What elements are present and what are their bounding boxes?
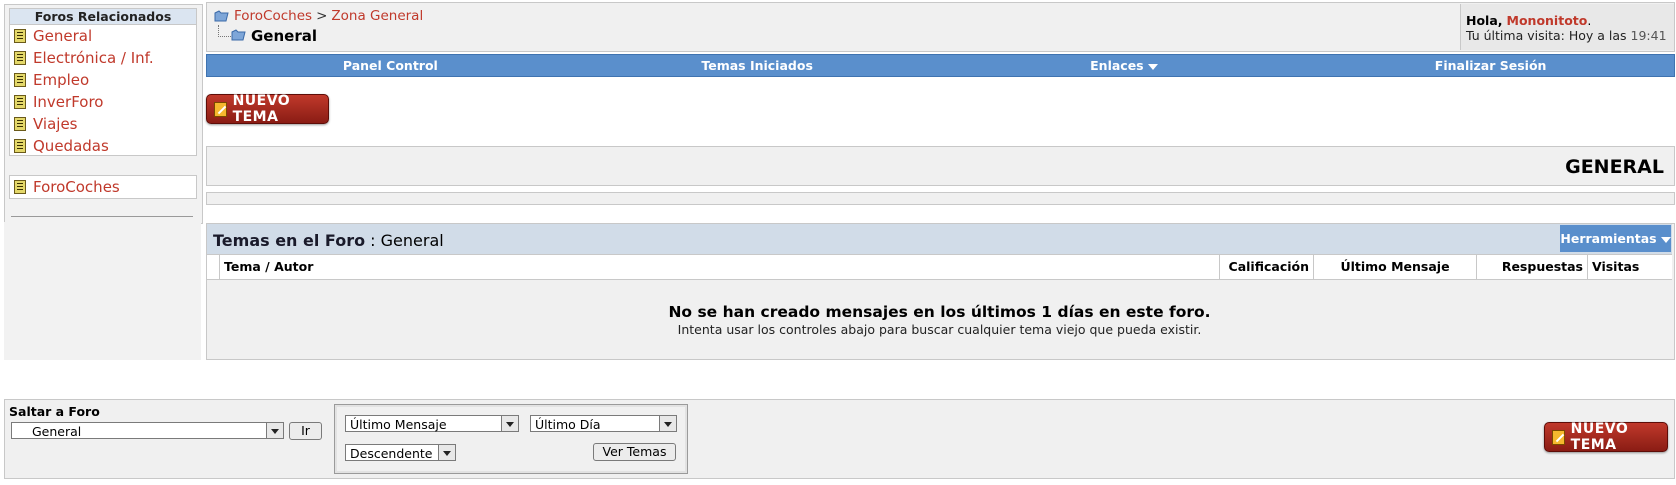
greeting-text: Hola, [1466, 13, 1503, 28]
nav-label: Temas Iniciados [701, 58, 813, 73]
folder-icon [214, 10, 229, 22]
pencil-icon [214, 101, 227, 117]
forum-jump-label: Saltar a Foro [9, 404, 100, 419]
forum-controls-footer [4, 399, 1675, 479]
empty-threads-message: No se han creado mensajes en los últimos… [668, 303, 1211, 321]
column-last-post[interactable]: Último Mensaje [1313, 255, 1476, 279]
nav-temas-iniciados[interactable]: Temas Iniciados [574, 55, 941, 76]
forum-icon [14, 95, 26, 109]
new-topic-button[interactable]: NUEVO TEMA [1544, 421, 1668, 453]
threads-title: Temas en el Foro : General [213, 231, 444, 250]
nav-label: Finalizar Sesión [1434, 58, 1547, 73]
last-visit: Tu última visita: Hoy a las 19:41 [1466, 28, 1667, 43]
column-rating[interactable]: Calificación [1219, 255, 1313, 279]
column-replies[interactable]: Respuestas [1476, 255, 1587, 279]
view-topics-button[interactable]: Ver Temas [593, 443, 676, 461]
caret-down-icon [1660, 236, 1671, 243]
sidebar-divider [11, 216, 193, 217]
nav-enlaces-dropdown[interactable]: Enlaces [941, 55, 1308, 76]
empty-threads-hint: Intenta usar los controles abajo para bu… [677, 322, 1202, 337]
main-navbar: Panel Control Temas Iniciados Enlaces Fi… [206, 54, 1675, 77]
tools-dropdown-button[interactable]: Herramientas [1560, 225, 1671, 252]
forum-icon [14, 117, 26, 131]
date-range-select[interactable]: Último Día [530, 415, 677, 432]
sidebar-background [4, 222, 201, 360]
breadcrumb-header [206, 2, 1675, 52]
sort-by-select[interactable]: Último Mensaje [345, 415, 519, 432]
page-title: General [251, 27, 317, 45]
sidebar-item-label[interactable]: Electrónica / Inf. [33, 47, 154, 69]
username-link[interactable]: Mononitoto [1507, 13, 1588, 28]
chevron-down-icon [266, 423, 283, 438]
nav-finalizar-sesion[interactable]: Finalizar Sesión [1307, 55, 1674, 76]
sidebar-item-viajes[interactable]: Viajes [10, 113, 196, 135]
threads-column-header: Tema / Autor Calificación Último Mensaje… [207, 255, 1672, 280]
forum-icon [14, 139, 26, 153]
forum-info-bar [206, 192, 1675, 205]
breadcrumb-zone-link[interactable]: Zona General [331, 8, 423, 24]
sidebar-item-general[interactable]: General [10, 25, 196, 47]
forum-icon [14, 180, 26, 194]
pencil-icon [1552, 429, 1565, 445]
greeting: Hola, Mononitoto. [1466, 13, 1591, 28]
sidebar-item-electronica[interactable]: Electrónica / Inf. [10, 47, 196, 69]
column-topic-author[interactable]: Tema / Autor [219, 255, 1219, 279]
forum-title: GENERAL [1565, 156, 1664, 178]
column-views[interactable]: Visitas [1587, 255, 1672, 279]
go-button[interactable]: Ir [289, 422, 322, 440]
tree-branch-icon [218, 25, 231, 37]
last-visit-label: Tu última visita: Hoy a las [1466, 28, 1627, 43]
sidebar-item-empleo[interactable]: Empleo [10, 69, 196, 91]
sidebar-item-label[interactable]: Empleo [33, 69, 89, 91]
sidebar-item-label[interactable]: InverForo [33, 91, 104, 113]
chevron-down-icon [659, 416, 676, 431]
sidebar-item-label[interactable]: ForoCoches [33, 176, 120, 198]
new-topic-label: NUEVO TEMA [1570, 421, 1629, 453]
nav-panel-control[interactable]: Panel Control [207, 55, 574, 76]
nav-label: Panel Control [342, 58, 438, 73]
forum-icon [14, 73, 26, 87]
sort-by-value: Último Mensaje [350, 417, 447, 432]
forum-jump-select[interactable]: General [11, 422, 284, 439]
forum-title-bar: GENERAL [206, 146, 1675, 186]
related-forums-title: Foros Relacionados [10, 9, 196, 25]
threads-title-bold: Temas en el Foro [213, 231, 366, 250]
date-range-value: Último Día [535, 417, 601, 432]
sidebar-item-label[interactable]: Quedadas [33, 135, 109, 157]
chevron-down-icon [501, 416, 518, 431]
new-topic-button[interactable]: NUEVO TEMA [206, 93, 329, 125]
sort-order-value: Descendente [350, 446, 433, 461]
tools-label: Herramientas [1560, 231, 1657, 246]
folder-icon [231, 29, 246, 41]
forum-jump-value: General [32, 424, 82, 439]
threads-title-forum: : General [370, 231, 444, 250]
sort-order-select[interactable]: Descendente [345, 444, 456, 461]
breadcrumb-root-link[interactable]: ForoCoches [234, 8, 312, 24]
parent-forum-box: ForoCoches [9, 175, 197, 199]
last-visit-time: 19:41 [1630, 28, 1667, 43]
sidebar-item-forocoches[interactable]: ForoCoches [10, 176, 196, 198]
chevron-down-icon [438, 445, 455, 460]
related-forums-list: Foros Relacionados General Electrónica /… [9, 8, 197, 156]
caret-down-icon [1147, 63, 1158, 70]
new-topic-label: NUEVO TEMA [232, 93, 291, 125]
sidebar-item-label[interactable]: General [33, 25, 92, 47]
sidebar-item-quedadas[interactable]: Quedadas [10, 135, 196, 157]
forum-icon [14, 51, 26, 65]
breadcrumb: ForoCoches > Zona General [234, 8, 423, 24]
forum-icon [14, 29, 26, 43]
sidebar-item-inverforo[interactable]: InverForo [10, 91, 196, 113]
breadcrumb-separator: > [316, 8, 328, 24]
sidebar-item-label[interactable]: Viajes [33, 113, 78, 135]
nav-label: Enlaces [1090, 58, 1144, 73]
greeting-period: . [1587, 13, 1592, 28]
